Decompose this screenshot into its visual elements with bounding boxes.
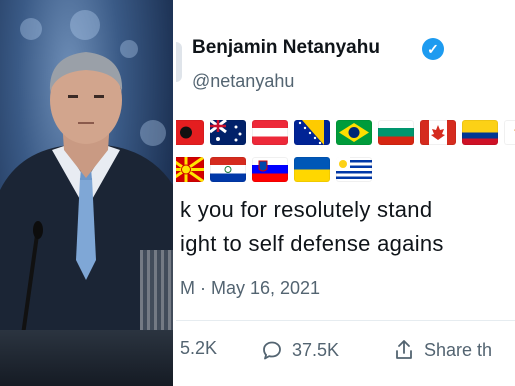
- canada-flag-icon: [420, 120, 456, 145]
- tweet-text-line-1: k you for resolutely stand: [180, 197, 433, 222]
- divider: [176, 320, 515, 321]
- verified-badge-icon: ✓: [422, 38, 444, 60]
- podium: [0, 330, 173, 386]
- paraguay-flag-icon: [210, 157, 246, 182]
- netanyahu-photo: [0, 0, 173, 386]
- australia-flag-icon: [210, 120, 246, 145]
- flags-row-1: [176, 120, 515, 145]
- reply-button[interactable]: 37.5K: [260, 338, 339, 362]
- tweet-timestamp[interactable]: M · May 16, 2021: [180, 278, 320, 299]
- ukraine-flag-icon: [294, 157, 330, 182]
- author-name[interactable]: Benjamin Netanyahu: [192, 37, 380, 59]
- colombia-flag-icon: [462, 120, 498, 145]
- austria-flag-icon: [252, 120, 288, 145]
- cyprus-flag-icon: [504, 120, 515, 145]
- bulgaria-flag-icon: [378, 120, 414, 145]
- bosnia-flag-icon: [294, 120, 330, 145]
- share-icon: [396, 340, 412, 359]
- likes-count[interactable]: 5.2K: [180, 338, 217, 359]
- share-button[interactable]: Share th: [392, 338, 492, 362]
- tweet-text-line-2: ight to self defense agains: [180, 231, 444, 256]
- slovenia-flag-icon: [252, 157, 288, 182]
- background-railing: [140, 250, 173, 330]
- uruguay-flag-icon: [336, 157, 372, 182]
- avatar[interactable]: [176, 42, 182, 82]
- brazil-flag-icon: [336, 120, 372, 145]
- likes-count-value: 5.2K: [180, 338, 218, 358]
- reply-count: 37.5K: [292, 339, 340, 360]
- albania-flag-icon: [176, 120, 204, 145]
- flags-row-2: [176, 157, 372, 182]
- author-handle[interactable]: @netanyahu: [192, 71, 294, 92]
- tweet-card: Benjamin Netanyahu ✓ @netanyahu k you fo…: [176, 0, 515, 386]
- reply-icon: [263, 341, 281, 360]
- north-macedonia-flag-icon: [176, 157, 204, 182]
- share-label: Share th: [424, 339, 493, 360]
